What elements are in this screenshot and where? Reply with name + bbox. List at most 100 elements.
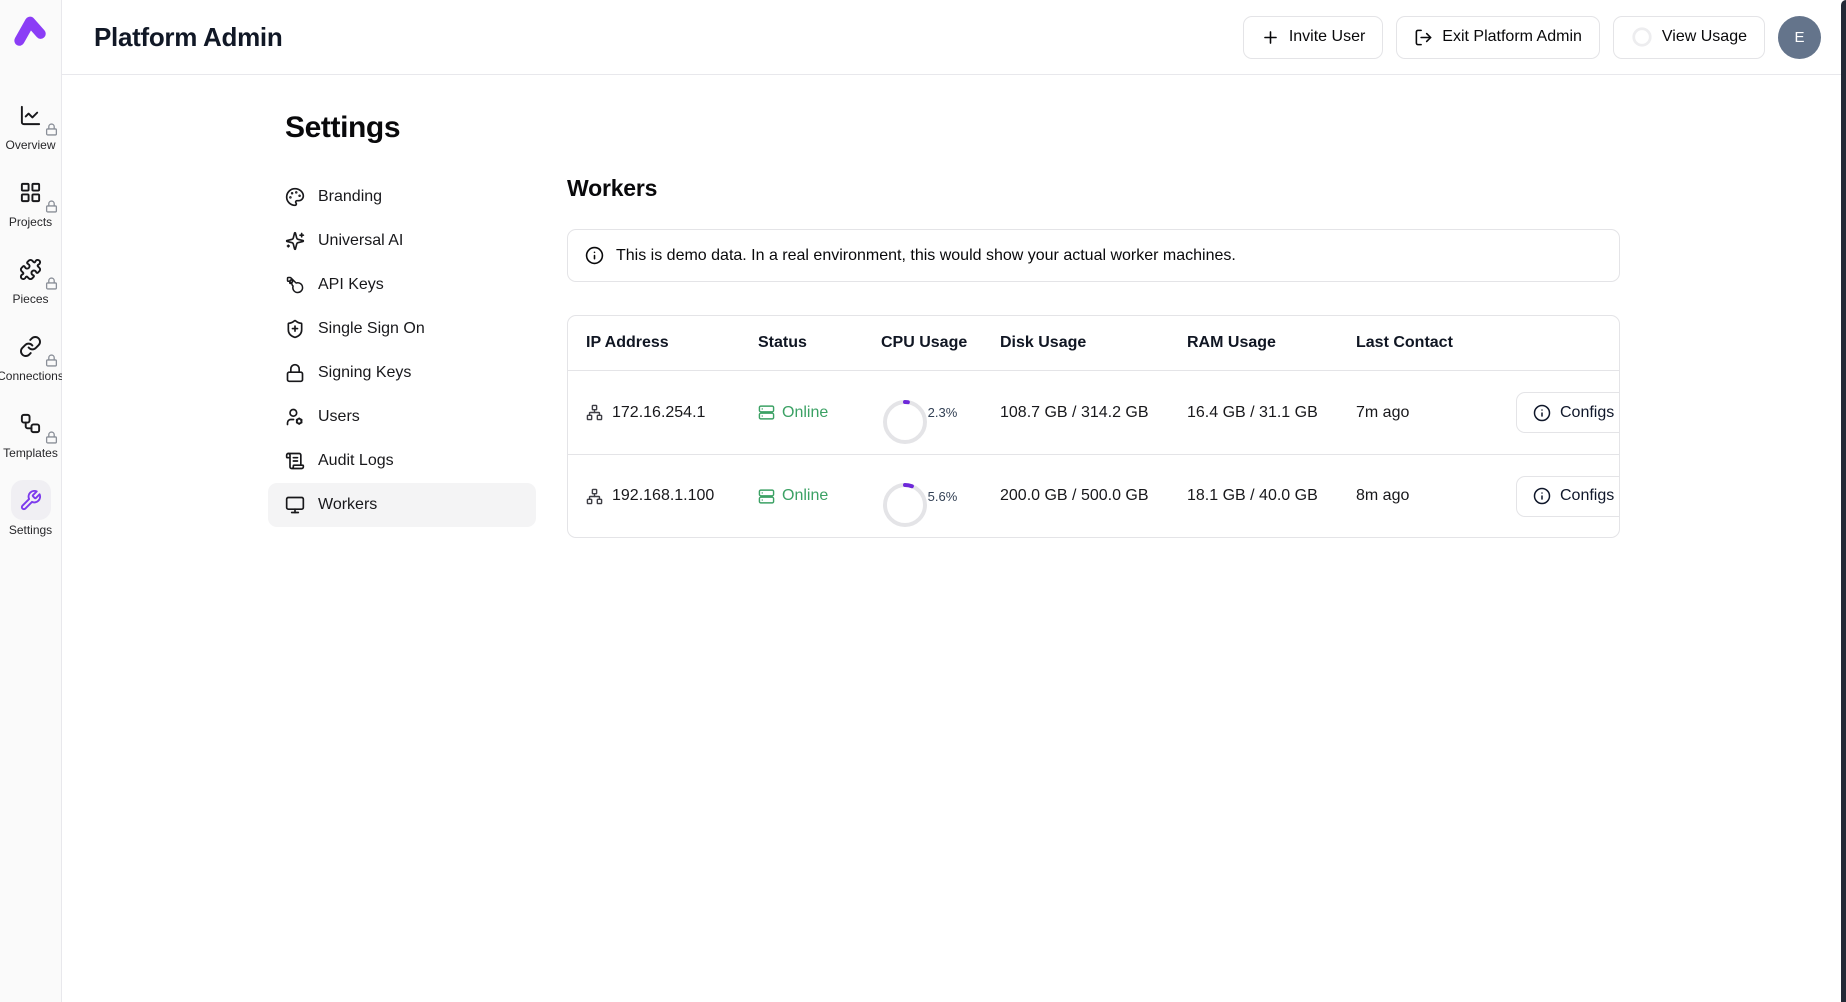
workers-title: Workers (567, 175, 1620, 202)
invite-user-label: Invite User (1289, 28, 1365, 46)
user-gear-icon (285, 407, 305, 427)
user-avatar[interactable]: E (1778, 16, 1821, 59)
settings-icon-wrap (11, 480, 51, 520)
projects-icon-wrap (11, 172, 51, 212)
sidebar-item-settings[interactable]: Settings (0, 480, 61, 537)
status-value: Online (782, 487, 828, 505)
palette-icon (285, 187, 305, 207)
configs-button[interactable]: Configs (1516, 392, 1620, 433)
sidebar-item-templates[interactable]: Templates (0, 403, 61, 460)
col-ram-usage: RAM Usage (1187, 334, 1356, 352)
page-title: Platform Admin (94, 22, 282, 53)
action-cell: Configs (1516, 392, 1620, 433)
shield-plus-icon (285, 319, 305, 339)
last-contact-value: 7m ago (1356, 404, 1516, 422)
settings-nav-label: Signing Keys (318, 364, 411, 382)
table-row: 192.168.1.100 Online (568, 454, 1619, 537)
sidebar-item-overview[interactable]: Overview (0, 95, 61, 152)
settings-nav-users[interactable]: Users (268, 395, 536, 439)
workers-section: Workers This is demo data. In a real env… (567, 175, 1620, 538)
server-icon (758, 488, 775, 505)
link-icon (19, 335, 42, 358)
settings-nav-label: API Keys (318, 276, 384, 294)
wrench-icon (19, 489, 42, 512)
cpu-donut: 5.6% (881, 481, 1000, 529)
settings-title: Settings (285, 111, 1841, 145)
sidebar-item-connections[interactable]: Connections (0, 326, 61, 383)
configs-label: Configs (1560, 404, 1614, 422)
templates-icon-wrap (11, 403, 51, 443)
settings-nav-audit-logs[interactable]: Audit Logs (268, 439, 536, 483)
network-icon (586, 488, 603, 505)
settings-nav-workers[interactable]: Workers (268, 483, 536, 527)
exit-platform-admin-button[interactable]: Exit Platform Admin (1396, 16, 1600, 59)
lock-icon (45, 123, 58, 136)
scroll-icon (285, 451, 305, 471)
right-edge-strip (1841, 0, 1846, 1002)
sidebar-item-label: Settings (9, 523, 52, 537)
lock-icon (45, 277, 58, 290)
settings-nav-universal-ai[interactable]: Universal AI (268, 219, 536, 263)
main-content: Settings Branding Universal AI (62, 75, 1841, 1002)
ram-usage-value: 16.4 GB / 31.1 GB (1187, 404, 1356, 422)
server-icon (758, 404, 775, 421)
activepieces-logo-icon (12, 12, 49, 49)
cpu-percentage: 2.3% (885, 380, 1000, 446)
info-icon (1533, 404, 1551, 422)
last-contact-value: 8m ago (1356, 487, 1516, 505)
configs-label: Configs (1560, 487, 1614, 505)
exit-platform-admin-label: Exit Platform Admin (1442, 28, 1582, 46)
pieces-icon-wrap (11, 249, 51, 289)
settings-nav-signing-keys[interactable]: Signing Keys (268, 351, 536, 395)
lock-icon (285, 363, 305, 383)
banner-text: This is demo data. In a real environment… (616, 247, 1236, 265)
settings-nav-api-keys[interactable]: API Keys (268, 263, 536, 307)
settings-nav-label: Branding (318, 188, 382, 206)
status-badge: Online (758, 404, 881, 422)
col-cpu-usage: CPU Usage (881, 334, 1000, 352)
ip-value: 172.16.254.1 (612, 404, 705, 422)
monitor-icon (285, 495, 305, 515)
network-icon (586, 404, 603, 421)
action-cell: Configs (1516, 476, 1620, 517)
status-value: Online (782, 404, 828, 422)
sidebar-item-pieces[interactable]: Pieces (0, 249, 61, 306)
sidebar-item-label: Overview (5, 138, 55, 152)
line-chart-icon (19, 104, 42, 127)
ip-cell: 172.16.254.1 (586, 404, 758, 422)
key-icon (285, 275, 305, 295)
cpu-cell: 5.6% (881, 463, 1000, 529)
sidebar-item-label: Pieces (12, 292, 48, 306)
status-badge: Online (758, 487, 881, 505)
disk-usage-value: 200.0 GB / 500.0 GB (1000, 487, 1187, 505)
workflow-icon (19, 412, 42, 435)
col-disk-usage: Disk Usage (1000, 334, 1187, 352)
app-logo[interactable] (12, 12, 49, 49)
info-icon (585, 246, 604, 265)
connections-icon-wrap (11, 326, 51, 366)
demo-data-banner: This is demo data. In a real environment… (567, 229, 1620, 282)
sidebar-item-projects[interactable]: Projects (0, 172, 61, 229)
header-actions: Invite User Exit Platform Admin View Usa… (1243, 16, 1821, 59)
lock-icon (45, 200, 58, 213)
usage-ring-icon (1631, 26, 1653, 48)
settings-nav: Branding Universal AI API Keys Single Si… (268, 175, 536, 527)
settings-nav-branding[interactable]: Branding (268, 175, 536, 219)
cpu-donut: 2.3% (881, 398, 1000, 446)
settings-nav-label: Audit Logs (318, 452, 394, 470)
configs-button[interactable]: Configs (1516, 476, 1620, 517)
avatar-initial: E (1794, 29, 1804, 46)
col-status: Status (758, 334, 881, 352)
settings-nav-label: Single Sign On (318, 320, 425, 338)
plus-icon (1261, 28, 1280, 47)
ram-usage-value: 18.1 GB / 40.0 GB (1187, 487, 1356, 505)
settings-nav-label: Workers (318, 496, 377, 514)
info-icon (1533, 487, 1551, 505)
invite-user-button[interactable]: Invite User (1243, 16, 1383, 59)
sparkles-icon (285, 231, 305, 251)
settings-nav-single-sign-on[interactable]: Single Sign On (268, 307, 536, 351)
sidebar: Overview Projects Piec (0, 0, 62, 1002)
settings-nav-label: Universal AI (318, 232, 403, 250)
view-usage-button[interactable]: View Usage (1613, 16, 1765, 59)
top-header: Platform Admin Invite User Exit Platform… (62, 0, 1841, 75)
